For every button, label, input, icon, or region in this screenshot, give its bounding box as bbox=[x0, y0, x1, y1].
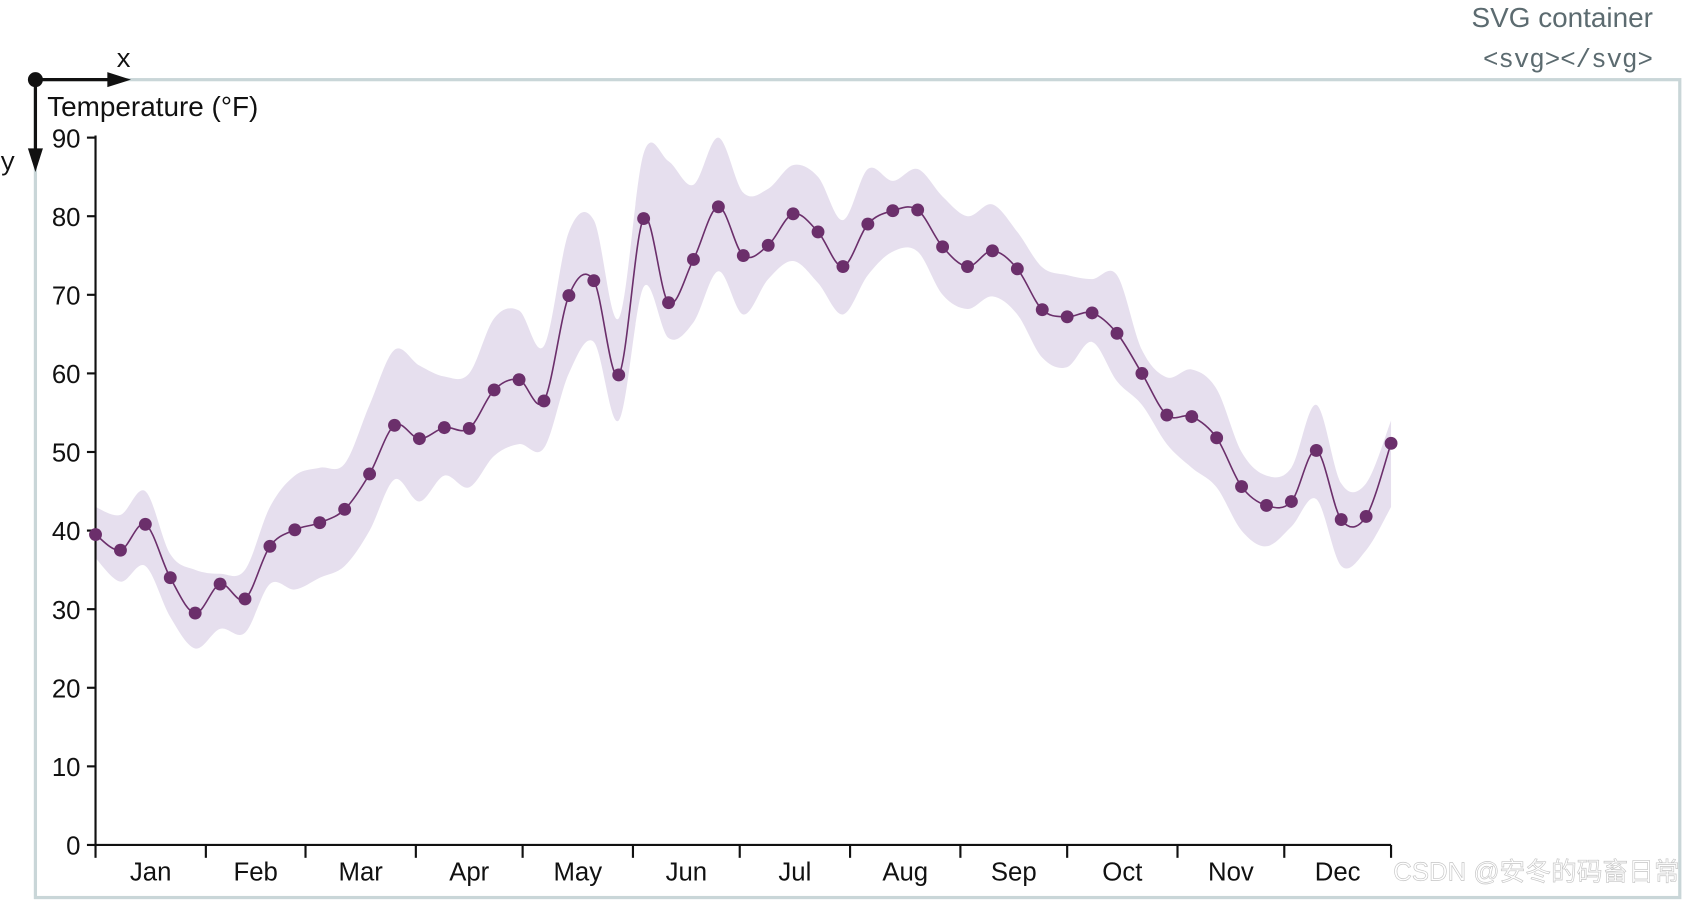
data-point-40 bbox=[1085, 306, 1099, 320]
data-point-47 bbox=[1260, 498, 1273, 512]
x-tick-label-dec: Dec bbox=[1315, 858, 1361, 886]
x-tick-label-mar: Mar bbox=[339, 858, 384, 886]
data-point-8 bbox=[288, 523, 302, 537]
x-direction-label: x bbox=[116, 46, 131, 75]
data-point-9 bbox=[313, 516, 327, 530]
data-point-26 bbox=[736, 249, 750, 262]
data-point-18 bbox=[537, 394, 551, 408]
data-point-24 bbox=[687, 252, 700, 266]
data-point-39 bbox=[1060, 310, 1074, 324]
y-direction-label: y bbox=[0, 149, 15, 178]
data-point-15 bbox=[462, 421, 476, 435]
data-point-45 bbox=[1210, 431, 1224, 445]
data-point-36 bbox=[985, 244, 999, 258]
data-point-52 bbox=[1384, 436, 1398, 450]
data-point-28 bbox=[786, 207, 800, 221]
data-point-4 bbox=[188, 606, 202, 620]
data-point-37 bbox=[1010, 262, 1024, 276]
data-point-12 bbox=[388, 418, 401, 432]
y-tick-label: 40 bbox=[52, 518, 81, 546]
data-point-34 bbox=[936, 240, 950, 254]
data-point-1 bbox=[114, 543, 127, 557]
data-point-11 bbox=[363, 467, 377, 481]
data-point-50 bbox=[1334, 513, 1348, 527]
data-point-48 bbox=[1284, 495, 1298, 508]
data-point-20 bbox=[587, 274, 601, 288]
data-point-2 bbox=[138, 517, 152, 531]
watermark: CSDN @安冬的码畜日常 bbox=[1393, 857, 1680, 886]
data-point-14 bbox=[437, 421, 451, 435]
data-point-41 bbox=[1110, 326, 1124, 340]
x-tick-label-sep: Sep bbox=[991, 858, 1037, 886]
x-tick-label-may: May bbox=[553, 858, 602, 886]
y-arrowhead-icon bbox=[27, 148, 43, 172]
data-point-6 bbox=[238, 592, 252, 606]
x-tick-label-oct: Oct bbox=[1102, 858, 1142, 886]
data-point-46 bbox=[1235, 480, 1249, 494]
x-tick-label-jun: Jun bbox=[666, 858, 708, 886]
data-point-32 bbox=[886, 204, 900, 218]
data-point-43 bbox=[1160, 408, 1174, 422]
y-tick-label: 50 bbox=[52, 440, 81, 468]
x-tick-label-jul: Jul bbox=[778, 858, 811, 886]
data-point-16 bbox=[487, 383, 501, 397]
data-point-27 bbox=[761, 238, 775, 252]
x-tick-label-aug: Aug bbox=[882, 858, 928, 886]
y-axis-title: Temperature (°F) bbox=[47, 91, 258, 122]
data-point-33 bbox=[911, 203, 925, 217]
data-point-35 bbox=[961, 260, 974, 273]
x-tick-label-feb: Feb bbox=[234, 858, 278, 886]
data-point-17 bbox=[512, 373, 526, 387]
x-tick-label-jan: Jan bbox=[130, 858, 172, 886]
data-point-44 bbox=[1185, 410, 1199, 424]
y-tick-label: 10 bbox=[52, 754, 81, 782]
y-tick-label: 80 bbox=[52, 204, 81, 232]
data-point-25 bbox=[711, 200, 725, 214]
y-tick-label: 90 bbox=[52, 125, 81, 153]
x-tick-label-nov: Nov bbox=[1208, 858, 1254, 886]
data-point-13 bbox=[412, 432, 426, 446]
data-point-10 bbox=[338, 502, 352, 516]
data-point-5 bbox=[213, 577, 227, 591]
x-tick-label-apr: Apr bbox=[449, 858, 489, 886]
data-point-49 bbox=[1309, 443, 1323, 457]
y-tick-label: 70 bbox=[52, 282, 81, 310]
y-tick-label: 60 bbox=[52, 361, 81, 389]
data-point-31 bbox=[861, 217, 875, 231]
data-point-42 bbox=[1135, 366, 1149, 380]
data-point-0 bbox=[89, 528, 102, 541]
container-title: SVG container bbox=[1472, 2, 1653, 33]
container-tag: <svg></svg> bbox=[1483, 46, 1653, 75]
range-band bbox=[95, 137, 1392, 649]
data-point-51 bbox=[1359, 509, 1373, 523]
data-point-29 bbox=[811, 225, 825, 239]
x-axis: Jan Feb Mar Apr May Jun Jul Aug Sep Oct Nov Dec bbox=[94, 843, 1393, 886]
y-tick-label: 0 bbox=[66, 833, 80, 861]
data-point-19 bbox=[562, 289, 576, 303]
range-band-area bbox=[95, 137, 1392, 649]
data-point-21 bbox=[612, 368, 626, 382]
y-axis: 0 10 20 30 40 50 60 70 80 90 bbox=[52, 125, 97, 861]
svg-canvas: SVG container <svg></svg> x y Temperatur… bbox=[0, 2, 1682, 900]
data-point-3 bbox=[163, 571, 177, 585]
data-point-38 bbox=[1035, 303, 1049, 317]
data-point-30 bbox=[836, 260, 850, 273]
y-tick-label: 30 bbox=[52, 597, 81, 625]
data-point-23 bbox=[662, 296, 675, 310]
y-tick-label: 20 bbox=[52, 675, 81, 703]
data-point-7 bbox=[263, 539, 277, 553]
data-point-22 bbox=[637, 212, 651, 226]
